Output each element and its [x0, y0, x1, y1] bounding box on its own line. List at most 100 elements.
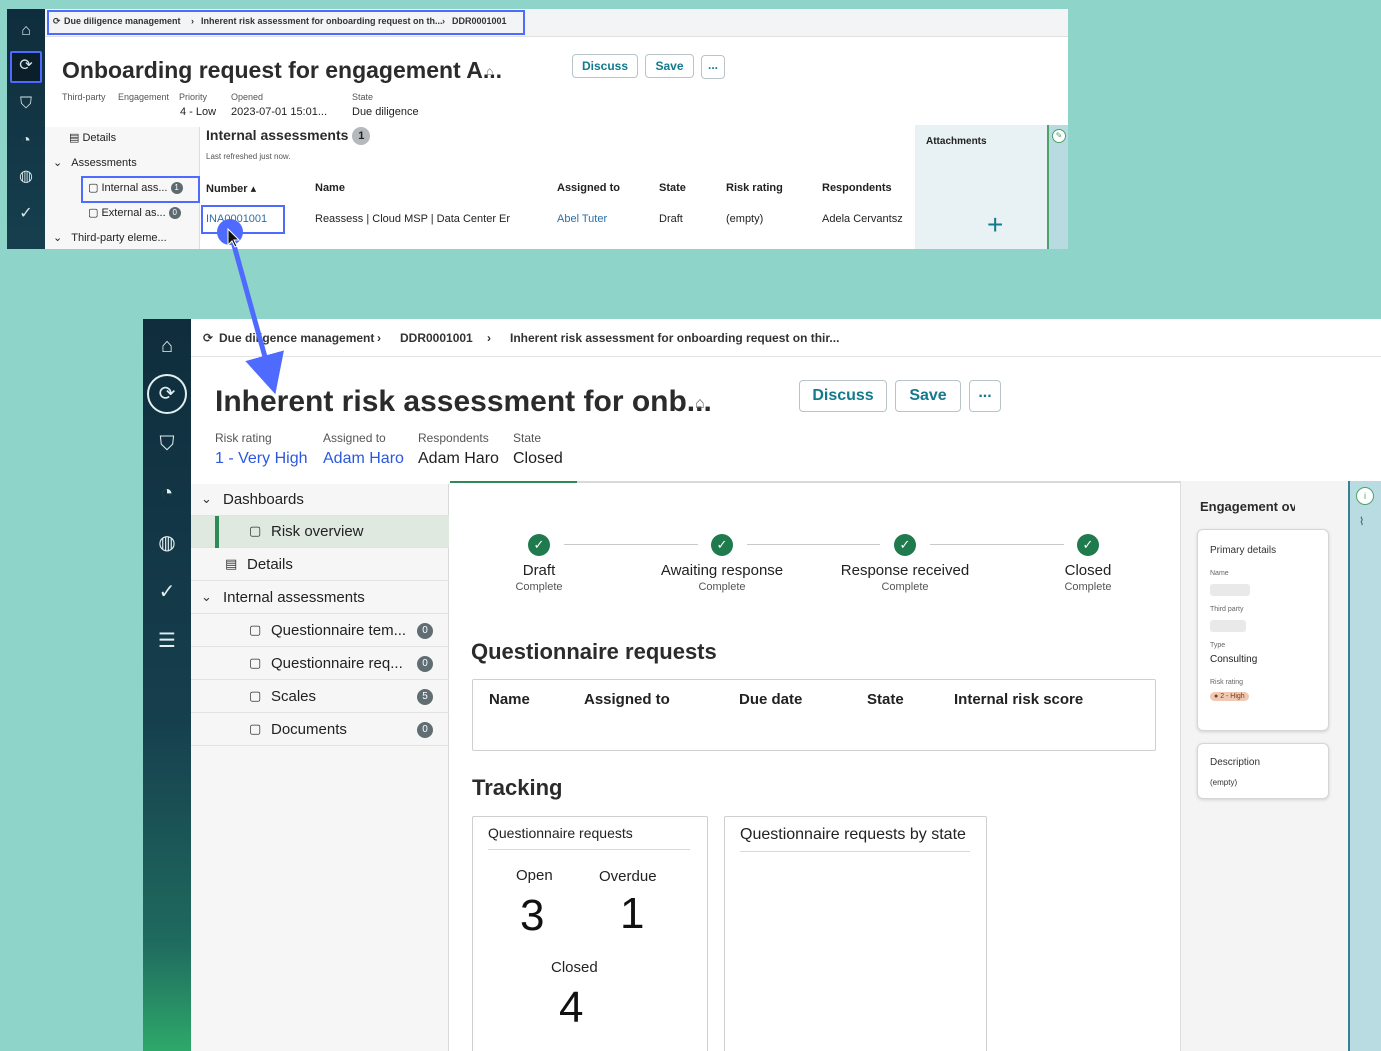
priority-value: 4 - Low: [180, 106, 217, 118]
nav-group-assessments[interactable]: ⌄ Assessments: [53, 156, 137, 169]
section-title-text: Internal assessments: [206, 127, 349, 143]
save-button[interactable]: Save: [895, 380, 961, 412]
column-header[interactable]: Due date: [739, 691, 802, 708]
meta-label: Assigned to: [323, 431, 386, 445]
more-button[interactable]: ...: [701, 55, 725, 79]
shield-icon[interactable]: ⛉: [155, 432, 179, 456]
column-header[interactable]: Number ▴: [206, 182, 256, 195]
column-header[interactable]: Risk rating: [726, 182, 783, 194]
step-response-received: ✓ Response received Complete: [835, 534, 975, 593]
redacted-value: [1210, 620, 1246, 632]
nav-label: Dashboards: [223, 491, 304, 508]
record-respondents: Adela Cervantsz: [822, 213, 903, 225]
card-title: Questionnaire requests: [488, 825, 633, 841]
tag-icon[interactable]: ⌂: [486, 64, 493, 78]
nav-item-risk-overview[interactable]: ▢ Risk overview: [191, 516, 449, 548]
column-header[interactable]: Assigned to: [557, 182, 620, 194]
nav-item-scales[interactable]: ▢ Scales 5: [191, 681, 449, 713]
column-header[interactable]: State: [867, 691, 904, 708]
nav-label: Documents: [271, 721, 347, 738]
nav-label: Questionnaire req...: [271, 655, 403, 672]
nav-label: Internal assessments: [223, 589, 365, 606]
meta-label: Third-party: [62, 92, 106, 102]
field-label: Risk rating: [1210, 679, 1244, 686]
meta-label: State: [352, 92, 374, 102]
globe-icon[interactable]: ◍: [16, 167, 36, 187]
meta-label: Engagement: [118, 92, 170, 102]
list-icon[interactable]: ☰: [155, 629, 179, 653]
count-badge: 0: [417, 623, 433, 639]
assigned-to-link[interactable]: Abel Tuter: [557, 213, 607, 225]
check-icon: ✓: [528, 534, 550, 556]
by-state-card: Questionnaire requests by state: [724, 816, 987, 1051]
column-header[interactable]: Assigned to: [584, 691, 670, 708]
breadcrumb-item[interactable]: Inherent risk assessment for onboarding …: [201, 16, 443, 26]
save-button[interactable]: Save: [645, 54, 694, 78]
assigned-to-link[interactable]: Adam Haro: [323, 450, 404, 468]
opened-value: 2023-07-01 15:01...: [231, 106, 328, 118]
step-closed: ✓ Closed Complete: [1018, 534, 1158, 593]
breadcrumb-item[interactable]: DDR0001001: [400, 331, 473, 345]
step-status: Complete: [515, 581, 563, 593]
sync-icon[interactable]: ⟳: [10, 51, 42, 83]
tag-icon[interactable]: ⌂: [695, 395, 705, 413]
top-app-rail: ⌂ ⟳ ⛉ ◔ ◍ ✓: [7, 9, 45, 249]
kpi-closed-value[interactable]: 4: [559, 983, 583, 1033]
tracking-card: Questionnaire requests Open 3 Overdue 1 …: [472, 816, 708, 1051]
kpi-label: Closed: [551, 959, 598, 976]
sync-icon[interactable]: ⟳: [147, 374, 187, 414]
nav-group-dashboards[interactable]: ⌄ Dashboards: [191, 484, 449, 516]
sync-icon: ⟳: [53, 16, 61, 26]
document-icon: ▢: [249, 523, 262, 538]
list-icon: ▤: [225, 556, 238, 571]
bottom-nav: ⌄ Dashboards ▢ Risk overview ▤ Details ⌄…: [191, 484, 449, 1051]
shield-icon[interactable]: ⛉: [16, 94, 36, 114]
column-header[interactable]: Internal risk score: [954, 691, 1083, 708]
discuss-button[interactable]: Discuss: [799, 380, 887, 412]
kpi-label: Open: [516, 867, 553, 884]
nav-label: Details: [247, 556, 293, 573]
nav-item-documents[interactable]: ▢ Documents 0: [191, 714, 449, 746]
nav-item-details[interactable]: ▤ Details: [191, 549, 449, 581]
kpi-overdue-value[interactable]: 1: [620, 889, 644, 939]
risk-rating-link[interactable]: 1 - Very High: [215, 450, 307, 468]
column-header[interactable]: State: [659, 182, 686, 194]
nav-item-details[interactable]: ▤ Details: [69, 131, 116, 144]
field-label: Third party: [1210, 606, 1244, 613]
column-header[interactable]: Respondents: [822, 182, 892, 194]
nav-item-questionnaire-requests[interactable]: ▢ Questionnaire req... 0: [191, 648, 449, 680]
page-title: Inherent risk assessment for onb...: [215, 385, 712, 418]
sync-icon: ⟳: [203, 331, 214, 345]
refreshed-text: Last refreshed just now.: [206, 152, 291, 161]
info-icon[interactable]: i: [1356, 487, 1374, 505]
page-title: Onboarding request for engagement A...: [62, 57, 503, 83]
nav-item-questionnaire-templates[interactable]: ▢ Questionnaire tem... 0: [191, 615, 449, 647]
check-circle-icon[interactable]: ✓: [155, 580, 179, 604]
home-icon[interactable]: ⌂: [16, 21, 36, 41]
breadcrumb-item[interactable]: Inherent risk assessment for onboarding …: [510, 331, 839, 345]
nav-group-internal-assessments[interactable]: ⌄ Internal assessments: [191, 582, 449, 614]
breadcrumb-item[interactable]: Due diligence management: [219, 331, 374, 345]
more-button[interactable]: ...: [969, 380, 1001, 412]
nav-item-external[interactable]: ▢ External as... 0: [88, 206, 181, 220]
breadcrumb-item[interactable]: Due diligence management: [64, 16, 181, 26]
paperclip-icon[interactable]: ⌇: [1359, 515, 1364, 528]
info-icon[interactable]: ✎: [1052, 129, 1066, 143]
nav-group-third-party[interactable]: ⌄ Third-party eleme...: [53, 231, 167, 244]
top-screenshot: ⌂ ⟳ ⛉ ◔ ◍ ✓ ⟳ Due diligence management ›…: [7, 9, 1068, 249]
bottom-screenshot: ⌂ ⟳ ⛉ ◔ ◍ ✓ ☰ ⟳ Due diligence management…: [143, 319, 1381, 1051]
document-icon: ▢: [249, 655, 262, 670]
kpi-open-value[interactable]: 3: [520, 891, 544, 941]
card-title: Questionnaire requests by state: [740, 826, 966, 843]
discuss-button[interactable]: Discuss: [572, 54, 638, 78]
check-circle-icon[interactable]: ✓: [16, 204, 36, 224]
home-icon[interactable]: ⌂: [155, 334, 179, 358]
breadcrumb-item[interactable]: DDR0001001: [452, 16, 507, 26]
add-attachment-button[interactable]: +: [987, 211, 1003, 239]
chart-icon[interactable]: ◔: [16, 131, 36, 151]
column-header[interactable]: Name: [315, 182, 345, 194]
globe-icon[interactable]: ◍: [155, 531, 179, 555]
column-header[interactable]: Name: [489, 691, 530, 708]
chart-icon[interactable]: ◔: [155, 481, 179, 505]
nav-label: Details: [82, 132, 117, 144]
